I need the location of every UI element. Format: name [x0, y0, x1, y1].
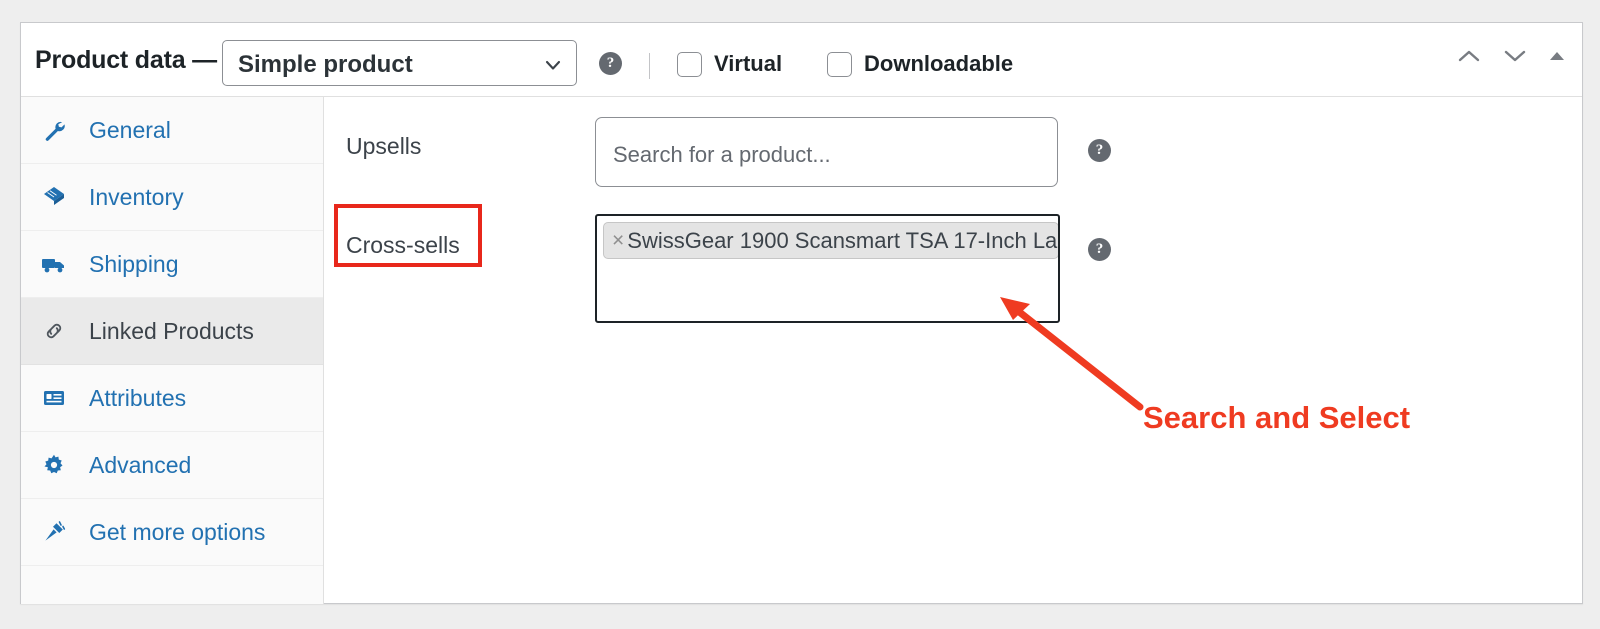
chevron-up-icon[interactable]: [1456, 47, 1482, 65]
sidebar-item-label: Inventory: [89, 183, 184, 210]
sidebar-item-shipping[interactable]: Shipping: [21, 231, 323, 298]
upsells-placeholder: Search for a product...: [613, 142, 831, 167]
plug-icon: [41, 519, 67, 545]
sidebar-item-label: Shipping: [89, 250, 179, 277]
upsells-help-icon[interactable]: ?: [1088, 139, 1111, 162]
sidebar-item-label: General: [89, 116, 171, 143]
crosssells-token[interactable]: × SwissGear 1900 Scansmart TSA 17-Inch L…: [603, 222, 1059, 259]
chevron-down-icon: [544, 56, 562, 74]
sidebar-item-inventory[interactable]: Inventory: [21, 164, 323, 231]
downloadable-checkbox-label: Downloadable: [864, 51, 1014, 76]
sidebar-item-get-more-options[interactable]: Get more options: [21, 499, 323, 566]
truck-icon: [41, 251, 67, 277]
crosssells-label: Cross-sells: [346, 232, 460, 258]
link-icon: [41, 318, 67, 344]
crosssells-token-label: SwissGear 1900 Scansmart TSA 17-Inch Lap…: [627, 227, 1059, 253]
sidebar-item-advanced[interactable]: Advanced: [21, 432, 323, 499]
linked-products-fields: Upsells Search for a product... ? Cross-…: [325, 97, 1582, 604]
downloadable-checkbox[interactable]: [827, 51, 852, 77]
sidebar-item-label: Get more options: [89, 518, 266, 545]
close-icon[interactable]: ×: [612, 230, 624, 251]
product-type-value: Simple product: [238, 51, 413, 78]
virtual-checkbox[interactable]: [677, 51, 702, 77]
product-type-select[interactable]: Simple product: [222, 40, 577, 86]
page-title: Product data —: [35, 46, 217, 74]
crosssells-help-icon[interactable]: ?: [1088, 238, 1111, 261]
header-divider: [649, 53, 650, 79]
attributes-icon: [41, 385, 67, 411]
product-data-tabs: General Inventory Shipping Linked Produc…: [21, 97, 324, 604]
chevron-down-icon[interactable]: [1502, 47, 1528, 65]
product-data-panel: Product data — Simple product ? Virtual …: [20, 22, 1583, 604]
triangle-up-icon[interactable]: [1548, 49, 1566, 63]
panel-header-actions: [1456, 47, 1566, 65]
crosssells-input[interactable]: × SwissGear 1900 Scansmart TSA 17-Inch L…: [595, 214, 1060, 323]
gear-icon: [41, 452, 67, 478]
sidebar-item-attributes[interactable]: Attributes: [21, 365, 323, 432]
virtual-checkbox-label: Virtual: [714, 51, 783, 76]
panel-header: Product data — Simple product ? Virtual …: [21, 23, 1582, 97]
sidebar-item-linked-products[interactable]: Linked Products: [21, 298, 323, 365]
upsells-input[interactable]: Search for a product...: [595, 117, 1058, 187]
virtual-checkbox-group[interactable]: Virtual: [677, 51, 782, 77]
sidebar-filler: [21, 566, 323, 604]
panel-body: General Inventory Shipping Linked Produc…: [21, 97, 1582, 604]
sidebar-item-label: Advanced: [89, 451, 192, 478]
product-type-help-icon[interactable]: ?: [599, 52, 622, 75]
inventory-icon: [41, 184, 67, 210]
wrench-icon: [41, 117, 67, 143]
sidebar-item-label: Attributes: [89, 384, 187, 411]
upsells-label: Upsells: [346, 133, 422, 159]
sidebar-item-label: Linked Products: [89, 317, 254, 344]
sidebar-item-general[interactable]: General: [21, 97, 323, 164]
downloadable-checkbox-group[interactable]: Downloadable: [827, 51, 1013, 77]
